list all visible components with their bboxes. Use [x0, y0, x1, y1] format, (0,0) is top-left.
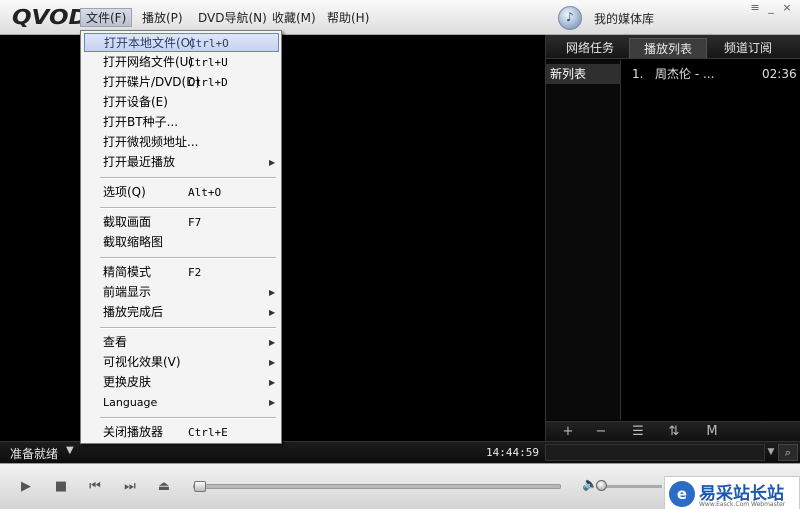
playlist-toolbar: + − ☰ ⇅ M [546, 421, 800, 441]
menu-item-close-player[interactable]: 关闭播放器 Ctrl+E [84, 423, 279, 442]
sort-icon[interactable]: ⇅ [664, 424, 684, 440]
tab-network-tasks[interactable]: 网络任务 [554, 38, 626, 58]
playlist-row-duration: 02:36 [762, 67, 797, 81]
menu-separator [100, 177, 276, 179]
playlist-groups: 新列表 [546, 60, 621, 420]
search-dropdown-icon[interactable]: ▼ [765, 444, 777, 461]
mode-icon[interactable]: M [702, 424, 722, 440]
menu-item-visualization[interactable]: 可视化效果(V) ▶ [84, 353, 279, 372]
tab-playlist[interactable]: 播放列表 [629, 38, 707, 58]
menu-item-open-disc[interactable]: 打开碟片/DVD(D) Ctrl+D [84, 73, 279, 92]
menu-item-open-local-file[interactable]: 打开本地文件(O) Ctrl+O [84, 33, 279, 52]
submenu-arrow-icon: ▶ [269, 398, 276, 407]
seek-thumb[interactable] [194, 481, 206, 492]
playlist-row-title: 周杰伦 - ... [655, 67, 715, 81]
add-icon[interactable]: + [558, 424, 578, 440]
status-bar: 准备就绪 ▼ 14:44:59 ▼ ⌕ [0, 441, 800, 463]
eject-icon[interactable]: ⏏ [153, 477, 175, 497]
menu-item-screenshot[interactable]: 截取画面 F7 [84, 213, 279, 232]
tab-channel-subscription[interactable]: 频道订阅 [712, 38, 784, 58]
menu-item-recent[interactable]: 打开最近播放 ▶ [84, 153, 279, 172]
menu-item-open-bt-seed[interactable]: 打开BT种子... [84, 113, 279, 132]
qvod-logo: QVOD [12, 5, 88, 29]
search-input[interactable] [545, 444, 765, 461]
search-icon[interactable]: ⌕ [778, 444, 798, 461]
file-menu-dropdown: 打开本地文件(O) Ctrl+O 打开网络文件(U) Ctrl+U 打开碟片/D… [80, 30, 282, 444]
submenu-arrow-icon: ▶ [269, 288, 276, 297]
menu-item-after-playback[interactable]: 播放完成后 ▶ [84, 303, 279, 322]
seek-bar[interactable] [193, 481, 561, 492]
menu-item-view[interactable]: 查看 ▶ [84, 333, 279, 352]
volume-thumb[interactable] [596, 480, 607, 491]
minimize-icon[interactable]: _ [764, 1, 778, 14]
previous-icon[interactable]: ⏮ [84, 477, 106, 497]
watermark-logo-icon: e [669, 481, 695, 507]
play-icon[interactable]: ▶ [15, 477, 37, 497]
menu-help[interactable]: 帮助(H) [322, 9, 374, 28]
next-icon[interactable]: ⏭ [119, 477, 141, 497]
control-bar: ▶ ■ ⏮ ⏭ ⏏ 🔈 e 易采站长站 Www.Easck.Com Webmas… [0, 463, 800, 509]
side-panel: 网络任务 播放列表 频道订阅 新列表 1. 周杰伦 - ... 02:36 + … [545, 35, 800, 441]
panel-tabs: 网络任务 播放列表 频道订阅 [546, 35, 800, 59]
stop-icon[interactable]: ■ [50, 477, 72, 497]
watermark-subtext: Www.Easck.Com Webmaster [699, 501, 786, 508]
menu-item-always-on-top[interactable]: 前端显示 ▶ [84, 283, 279, 302]
menu-play[interactable]: 播放(P) [137, 9, 188, 28]
submenu-arrow-icon: ▶ [269, 308, 276, 317]
menu-item-open-device[interactable]: 打开设备(E) [84, 93, 279, 112]
menu-item-open-micro-video[interactable]: 打开微视频地址... [84, 133, 279, 152]
menu-item-options[interactable]: 选项(Q) Alt+O [84, 183, 279, 202]
menu-separator [100, 417, 276, 419]
menu-dvd-navigation[interactable]: DVD导航(N) [193, 9, 272, 28]
playlist-items: 1. 周杰伦 - ... 02:36 [622, 60, 800, 420]
playlist-row-index: 1. [632, 67, 644, 81]
submenu-arrow-icon: ▶ [269, 158, 276, 167]
playlist-group-new[interactable]: 新列表 [546, 64, 621, 84]
status-text: 准备就绪 [10, 447, 59, 461]
list-icon[interactable]: ☰ [628, 424, 648, 440]
watermark: e 易采站长站 Www.Easck.Com Webmaster [664, 476, 800, 509]
menu-separator [100, 257, 276, 259]
menu-icon[interactable]: ≡ [748, 1, 762, 14]
media-library-button[interactable]: ♪ 我的媒体库 [558, 6, 688, 30]
menu-file[interactable]: 文件(F) [80, 8, 133, 27]
close-icon[interactable]: × [780, 1, 794, 14]
menu-separator [100, 327, 276, 329]
menu-separator [100, 207, 276, 209]
remove-icon[interactable]: − [591, 424, 611, 440]
media-library-label: 我的媒体库 [594, 12, 655, 26]
menu-item-thumbnail[interactable]: 截取缩略图 [84, 233, 279, 252]
menu-item-compact-mode[interactable]: 精简模式 F2 [84, 263, 279, 282]
chevron-down-icon[interactable]: ▼ [66, 445, 74, 456]
clock-time: 14:44:59 [486, 446, 539, 459]
submenu-arrow-icon: ▶ [269, 358, 276, 367]
menu-item-language[interactable]: Language ▶ [84, 393, 279, 412]
volume-slider[interactable] [596, 480, 662, 491]
submenu-arrow-icon: ▶ [269, 378, 276, 387]
menu-item-change-skin[interactable]: 更换皮肤 ▶ [84, 373, 279, 392]
music-note-icon: ♪ [558, 6, 582, 30]
menu-favorites[interactable]: 收藏(M) [267, 9, 321, 28]
playlist-row[interactable]: 1. 周杰伦 - ... 02:36 [622, 64, 800, 84]
menu-item-open-network-file[interactable]: 打开网络文件(U) Ctrl+U [84, 53, 279, 72]
submenu-arrow-icon: ▶ [269, 338, 276, 347]
